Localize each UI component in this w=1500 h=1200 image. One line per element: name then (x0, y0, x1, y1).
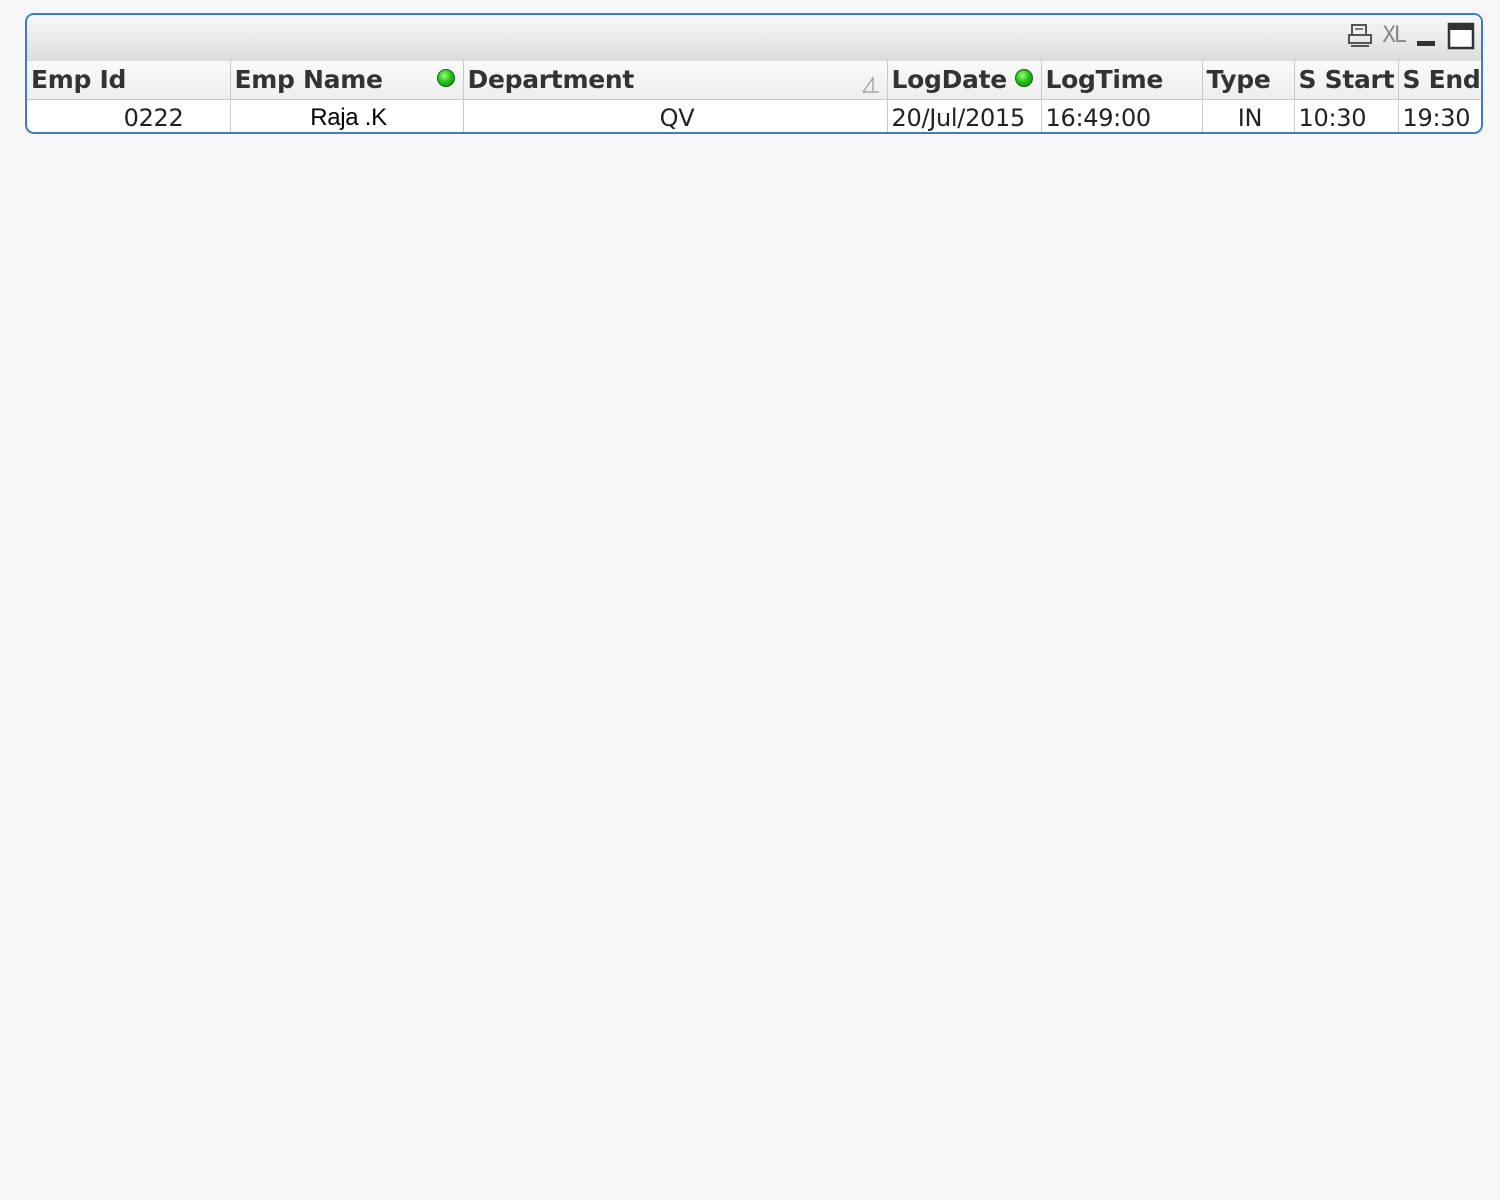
column-header-department[interactable]: Department (463, 61, 888, 100)
cell-s-start[interactable]: 10:30 (1294, 99, 1399, 132)
cell-emp-name[interactable]: Raja .K (230, 99, 464, 132)
table-row: 0222 Raja .K QV 20/Jul/2015 16:49:00 IN … (27, 99, 1481, 132)
cell-s-end[interactable]: 19:30 (1398, 99, 1481, 132)
cell-logtime[interactable]: 16:49:00 (1041, 99, 1203, 132)
header-row: Emp Id Emp Name Department LogDate LogTi… (27, 61, 1481, 100)
column-header-label: S End (1402, 65, 1481, 95)
table-box: XL Emp Id Emp Name Department LogDate Lo… (25, 13, 1483, 134)
column-header-emp-id[interactable]: Emp Id (27, 61, 231, 100)
column-header-s-start[interactable]: S Start (1294, 61, 1399, 100)
column-header-label: Type (1206, 65, 1271, 95)
cell-logdate[interactable]: 20/Jul/2015 (887, 99, 1042, 132)
cell-emp-id[interactable]: 0222 (27, 99, 231, 132)
column-header-label: Department (467, 65, 635, 95)
cell-type[interactable]: IN (1202, 99, 1295, 132)
column-header-emp-name[interactable]: Emp Name (230, 61, 464, 100)
column-header-label: LogDate (891, 65, 1008, 95)
data-table: Emp Id Emp Name Department LogDate LogTi… (27, 61, 1481, 132)
column-header-s-end[interactable]: S End (1398, 61, 1481, 100)
column-header-logtime[interactable]: LogTime (1041, 61, 1203, 100)
maximize-icon[interactable] (1447, 22, 1475, 50)
selection-indicator-icon (1014, 69, 1033, 87)
column-header-label: Emp Id (31, 65, 127, 95)
sort-ascending-icon (861, 71, 881, 98)
caption-icons: XL (1347, 22, 1476, 50)
column-header-type[interactable]: Type (1202, 61, 1295, 100)
print-icon[interactable] (1347, 23, 1373, 49)
column-header-logdate[interactable]: LogDate (887, 61, 1042, 100)
column-header-label: S Start (1298, 65, 1395, 95)
cell-department[interactable]: QV (463, 99, 888, 132)
selection-indicator-icon (436, 69, 455, 87)
column-header-label: Emp Name (234, 65, 383, 95)
caption-bar: XL (27, 15, 1481, 62)
column-header-label: LogTime (1045, 65, 1164, 95)
minimize-icon[interactable] (1415, 23, 1437, 49)
export-excel-icon[interactable]: XL (1383, 22, 1407, 50)
